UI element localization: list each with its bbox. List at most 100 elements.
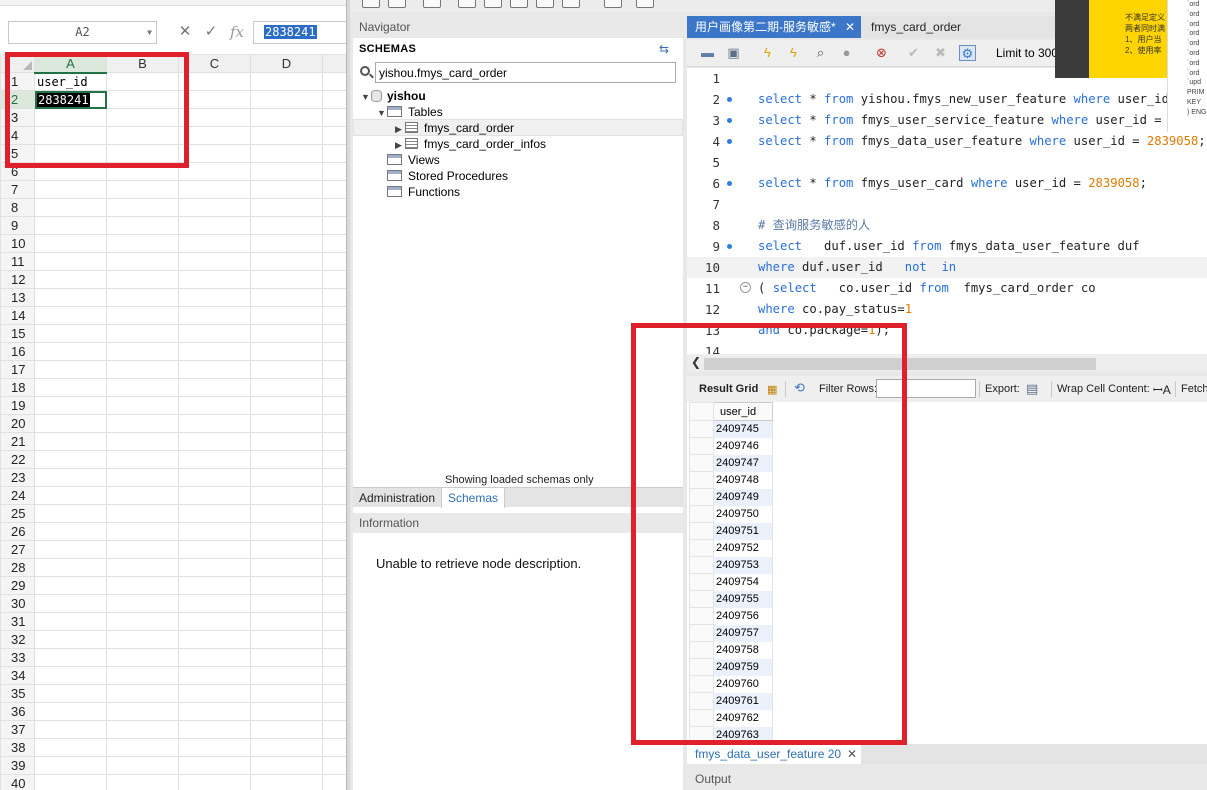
row-gutter[interactable]: [689, 709, 714, 727]
sheet-cell[interactable]: [178, 504, 251, 523]
sheet-cell[interactable]: [178, 288, 251, 307]
sheet-cell[interactable]: [178, 378, 251, 397]
row-header[interactable]: 28: [0, 558, 35, 577]
table-row[interactable]: 2409755: [689, 590, 773, 608]
row-gutter[interactable]: [689, 692, 714, 710]
row-header[interactable]: 22: [0, 450, 35, 469]
table-row[interactable]: 2409758: [689, 641, 773, 659]
table-row[interactable]: 2409749: [689, 488, 773, 506]
table-row[interactable]: 2409745: [689, 420, 773, 438]
sheet-cell[interactable]: [322, 108, 348, 127]
code-line[interactable]: 14: [687, 341, 1207, 354]
name-box[interactable]: A2 ▼: [8, 21, 157, 44]
tab-schemas[interactable]: Schemas: [441, 488, 506, 508]
sheet-cell[interactable]: [34, 252, 107, 271]
sheet-cell[interactable]: [322, 738, 348, 757]
confirm-formula-icon[interactable]: ✓: [201, 22, 221, 42]
collapse-arrow-icon[interactable]: ▶: [395, 121, 405, 137]
sheet-cell[interactable]: [106, 270, 179, 289]
sheet-cell[interactable]: [322, 72, 348, 91]
sheet-cell[interactable]: [322, 306, 348, 325]
sheet-cell[interactable]: [250, 144, 323, 163]
row-header[interactable]: 25: [0, 504, 35, 523]
sheet-cell[interactable]: [106, 216, 179, 235]
sheet-cell[interactable]: [34, 648, 107, 667]
code-line[interactable]: 9 select duf.user_id from fmys_data_user_…: [687, 236, 1207, 257]
sheet-cell[interactable]: [34, 702, 107, 721]
result-cell[interactable]: 2409747: [713, 454, 773, 472]
sheet-cell[interactable]: [34, 198, 107, 217]
sheet-cell[interactable]: [34, 180, 107, 199]
result-cell[interactable]: 2409751: [713, 522, 773, 540]
result-cell[interactable]: 2409760: [713, 675, 773, 693]
sheet-cell[interactable]: [250, 630, 323, 649]
tree-table-item[interactable]: ▶ fmys_card_order_infos: [395, 136, 546, 152]
sheet-cell[interactable]: [322, 360, 348, 379]
sheet-cell[interactable]: [178, 162, 251, 181]
sheet-cell[interactable]: [250, 288, 323, 307]
row-gutter[interactable]: [689, 624, 714, 642]
sheet-cell[interactable]: [106, 72, 179, 91]
row-header[interactable]: 36: [0, 702, 35, 721]
sheet-cell[interactable]: [178, 324, 251, 343]
sheet-cell[interactable]: [178, 144, 251, 163]
sheet-cell[interactable]: [322, 162, 348, 181]
row-header[interactable]: 3: [0, 108, 35, 127]
sheet-cell[interactable]: [322, 198, 348, 217]
sheet-cell[interactable]: [178, 468, 251, 487]
tree-table-item[interactable]: ▶ fmys_card_order: [395, 120, 514, 136]
wrap-cell-icon[interactable]: ꟷA: [1153, 381, 1171, 398]
sheet-cell[interactable]: [34, 666, 107, 685]
sheet-cell[interactable]: [322, 180, 348, 199]
sheet-cell[interactable]: [106, 180, 179, 199]
result-cell[interactable]: 2409753: [713, 556, 773, 574]
row-header[interactable]: 14: [0, 306, 35, 325]
sheet-cell[interactable]: [250, 90, 323, 109]
sheet-cell[interactable]: [178, 414, 251, 433]
sheet-cell[interactable]: [34, 684, 107, 703]
auto-commit-icon[interactable]: ⚙: [959, 45, 976, 61]
sheet-cell[interactable]: [322, 648, 348, 667]
row-gutter[interactable]: [689, 590, 714, 608]
sheet-cell[interactable]: [322, 576, 348, 595]
sheet-cell[interactable]: [250, 450, 323, 469]
sheet-cell[interactable]: [322, 702, 348, 721]
sheet-cell[interactable]: [178, 432, 251, 451]
column-header-a[interactable]: A: [34, 54, 107, 74]
sheet-cell[interactable]: [178, 612, 251, 631]
result-cell[interactable]: 2409749: [713, 488, 773, 506]
insert-function-icon[interactable]: fx: [227, 22, 247, 42]
close-icon[interactable]: ✕: [845, 16, 855, 38]
sheet-cell[interactable]: [34, 468, 107, 487]
sheet-cell[interactable]: [250, 540, 323, 559]
sheet-cell[interactable]: [250, 414, 323, 433]
sheet-cell[interactable]: [250, 342, 323, 361]
result-cell[interactable]: 2409745: [713, 420, 773, 438]
sheet-cell[interactable]: [34, 360, 107, 379]
sheet-cell[interactable]: [250, 216, 323, 235]
row-header[interactable]: 10: [0, 234, 35, 253]
refresh-icon[interactable]: ⟲: [794, 380, 805, 396]
code-line[interactable]: 3 select * from fmys_user_service_feature…: [687, 110, 1207, 131]
row-header[interactable]: 19: [0, 396, 35, 415]
sheet-cell[interactable]: [250, 72, 323, 91]
row-gutter[interactable]: [689, 454, 714, 472]
sheet-cell[interactable]: [106, 774, 179, 790]
sheet-cell[interactable]: [178, 180, 251, 199]
sheet-cell[interactable]: [34, 270, 107, 289]
code-line[interactable]: 5: [687, 152, 1207, 173]
row-header[interactable]: 33: [0, 648, 35, 667]
sheet-cell[interactable]: [106, 684, 179, 703]
result-cell[interactable]: 2409763: [713, 726, 773, 744]
reconnect-icon[interactable]: [636, 0, 654, 8]
row-gutter[interactable]: [689, 556, 714, 574]
sheet-cell[interactable]: [34, 774, 107, 790]
sheet-cell[interactable]: [250, 180, 323, 199]
code-line[interactable]: 13 and co.package=1);: [687, 320, 1207, 341]
row-gutter[interactable]: [689, 726, 714, 744]
sheet-cell[interactable]: [34, 324, 107, 343]
row-gutter[interactable]: [689, 505, 714, 523]
sheet-cell[interactable]: [178, 576, 251, 595]
sheet-cell[interactable]: [34, 414, 107, 433]
rollback-icon[interactable]: ✖: [932, 45, 949, 61]
